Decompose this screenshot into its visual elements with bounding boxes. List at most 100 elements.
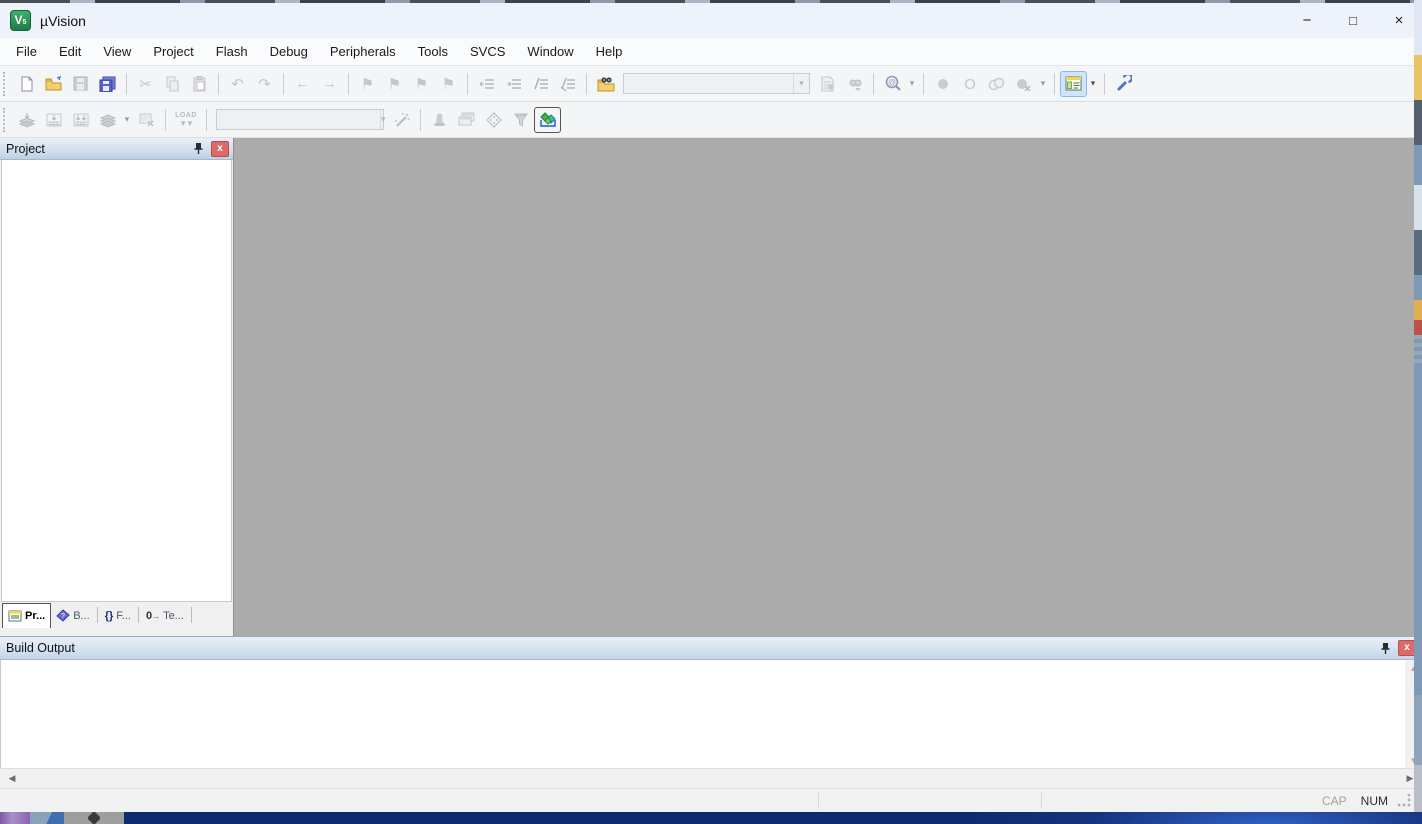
comment-button[interactable] bbox=[527, 71, 554, 97]
menu-edit[interactable]: Edit bbox=[49, 40, 91, 63]
target-combobox[interactable]: ▾ bbox=[216, 109, 384, 130]
rebuild-icon bbox=[72, 112, 90, 128]
build-toolbar-grip[interactable] bbox=[3, 108, 10, 132]
incremental-find-button[interactable] bbox=[841, 71, 868, 97]
undo-button[interactable]: ↶ bbox=[224, 71, 251, 97]
bookmark-prev-icon: ⚑ bbox=[388, 75, 401, 93]
rebuild-button[interactable] bbox=[67, 107, 94, 133]
build-button[interactable] bbox=[40, 107, 67, 133]
taskbar-app-icon[interactable] bbox=[30, 812, 64, 824]
bookmark-clear-icon: ⚑ bbox=[442, 75, 455, 93]
search-combobox[interactable]: ▾ bbox=[623, 73, 810, 94]
load-arrows-icon: ▼▼ bbox=[179, 120, 193, 128]
symbol-browser-dropdown-icon[interactable]: ▾ bbox=[906, 71, 918, 97]
disable-all-breakpoints-button[interactable] bbox=[983, 71, 1010, 97]
magic-wand-icon bbox=[393, 112, 411, 128]
batch-build-dropdown-icon[interactable]: ▾ bbox=[121, 107, 133, 133]
next-bookmark-button[interactable]: ⚑ bbox=[408, 71, 435, 97]
menu-view[interactable]: View bbox=[93, 40, 141, 63]
menu-project[interactable]: Project bbox=[143, 40, 203, 63]
statusbar: CAP NUM bbox=[0, 788, 1422, 812]
menu-flash[interactable]: Flash bbox=[206, 40, 258, 63]
menu-peripherals[interactable]: Peripherals bbox=[320, 40, 406, 63]
open-file-button[interactable] bbox=[40, 71, 67, 97]
project-pin-button[interactable] bbox=[189, 140, 207, 158]
symbol-browser-button[interactable]: @ bbox=[879, 71, 906, 97]
manage-books-button[interactable] bbox=[507, 107, 534, 133]
menu-svcs[interactable]: SVCS bbox=[460, 40, 515, 63]
new-file-button[interactable] bbox=[13, 71, 40, 97]
comment-icon bbox=[533, 76, 549, 92]
wrench-icon bbox=[1115, 75, 1132, 92]
indent-button[interactable] bbox=[500, 71, 527, 97]
uncomment-button[interactable] bbox=[554, 71, 581, 97]
minimize-button[interactable]: − bbox=[1284, 3, 1330, 38]
breakpoints-dropdown-icon[interactable]: ▾ bbox=[1037, 71, 1049, 97]
batch-build-button[interactable] bbox=[94, 107, 121, 133]
project-panel: Project x Pr... ? B... bbox=[0, 138, 234, 636]
manage-multiproject-button[interactable] bbox=[453, 107, 480, 133]
build-output-hscrollbar[interactable]: ◀ ▶ bbox=[0, 768, 1422, 788]
paste-button[interactable] bbox=[186, 71, 213, 97]
maximize-button[interactable]: □ bbox=[1330, 3, 1376, 38]
save-all-button[interactable] bbox=[94, 71, 121, 97]
uncomment-icon bbox=[560, 76, 576, 92]
manage-components-button[interactable] bbox=[480, 107, 507, 133]
clear-bookmarks-button[interactable]: ⚑ bbox=[435, 71, 462, 97]
editor-workspace[interactable] bbox=[234, 138, 1422, 636]
menu-file[interactable]: File bbox=[6, 40, 47, 63]
stop-build-button[interactable] bbox=[133, 107, 160, 133]
copy-button[interactable] bbox=[159, 71, 186, 97]
menu-tools[interactable]: Tools bbox=[408, 40, 458, 63]
tab-project[interactable]: Pr... bbox=[2, 603, 51, 628]
find-document-button[interactable] bbox=[814, 71, 841, 97]
taskbar-app-icon[interactable] bbox=[0, 812, 30, 824]
menu-window[interactable]: Window bbox=[517, 40, 583, 63]
translate-button[interactable] bbox=[13, 107, 40, 133]
file-extensions-icon bbox=[432, 112, 447, 127]
save-button[interactable] bbox=[67, 71, 94, 97]
enable-breakpoint-button[interactable] bbox=[956, 71, 983, 97]
build-output-pin-button[interactable] bbox=[1376, 639, 1394, 657]
resize-grip[interactable] bbox=[1398, 794, 1412, 808]
toggle-bookmark-button[interactable]: ⚑ bbox=[354, 71, 381, 97]
file-extensions-button[interactable] bbox=[426, 107, 453, 133]
project-close-button[interactable]: x bbox=[211, 141, 229, 157]
redo-button[interactable]: ↷ bbox=[251, 71, 278, 97]
symbol-browser-icon: @ bbox=[884, 75, 902, 92]
target-options-button[interactable] bbox=[388, 107, 415, 133]
project-windows-dropdown-icon[interactable]: ▾ bbox=[1087, 71, 1099, 97]
menu-debug[interactable]: Debug bbox=[260, 40, 318, 63]
tab-functions[interactable]: {} F... bbox=[100, 603, 136, 628]
target-select-input[interactable] bbox=[217, 110, 380, 129]
prev-bookmark-button[interactable]: ⚑ bbox=[381, 71, 408, 97]
menu-help[interactable]: Help bbox=[586, 40, 633, 63]
project-tab-icon bbox=[8, 610, 22, 622]
project-windows-button[interactable] bbox=[1060, 71, 1087, 97]
search-dropdown-icon[interactable]: ▾ bbox=[793, 74, 809, 93]
breakpoint-kill-all-icon bbox=[1015, 77, 1032, 91]
toolbar-grip[interactable] bbox=[3, 72, 10, 96]
navigate-back-button[interactable]: ← bbox=[289, 71, 316, 97]
target-dropdown-icon[interactable]: ▾ bbox=[380, 110, 386, 129]
search-input[interactable] bbox=[624, 74, 793, 93]
kill-all-breakpoints-button[interactable] bbox=[1010, 71, 1037, 97]
project-tree[interactable] bbox=[1, 160, 232, 602]
tab-books[interactable]: ? B... bbox=[51, 603, 95, 628]
tab-project-label: Pr... bbox=[25, 610, 45, 622]
navigate-forward-button[interactable]: → bbox=[316, 71, 343, 97]
tab-templates[interactable]: 0→ Te... bbox=[141, 603, 189, 628]
cut-button[interactable]: ✂ bbox=[132, 71, 159, 97]
bookmark-next-icon: ⚑ bbox=[415, 75, 428, 93]
find-in-files-button[interactable] bbox=[592, 71, 619, 97]
download-flash-button[interactable]: LOAD ▼▼ bbox=[171, 106, 201, 133]
taskbar-settings-icon[interactable] bbox=[64, 812, 124, 824]
unindent-button[interactable] bbox=[473, 71, 500, 97]
scroll-left-icon[interactable]: ◀ bbox=[4, 773, 20, 784]
build-output-text[interactable] bbox=[0, 660, 1405, 768]
templates-tab-icon: 0→ bbox=[146, 610, 160, 622]
configure-button[interactable] bbox=[1110, 71, 1137, 97]
manage-rte-button[interactable] bbox=[534, 107, 561, 133]
incremental-find-icon bbox=[847, 76, 863, 92]
insert-breakpoint-button[interactable] bbox=[929, 71, 956, 97]
